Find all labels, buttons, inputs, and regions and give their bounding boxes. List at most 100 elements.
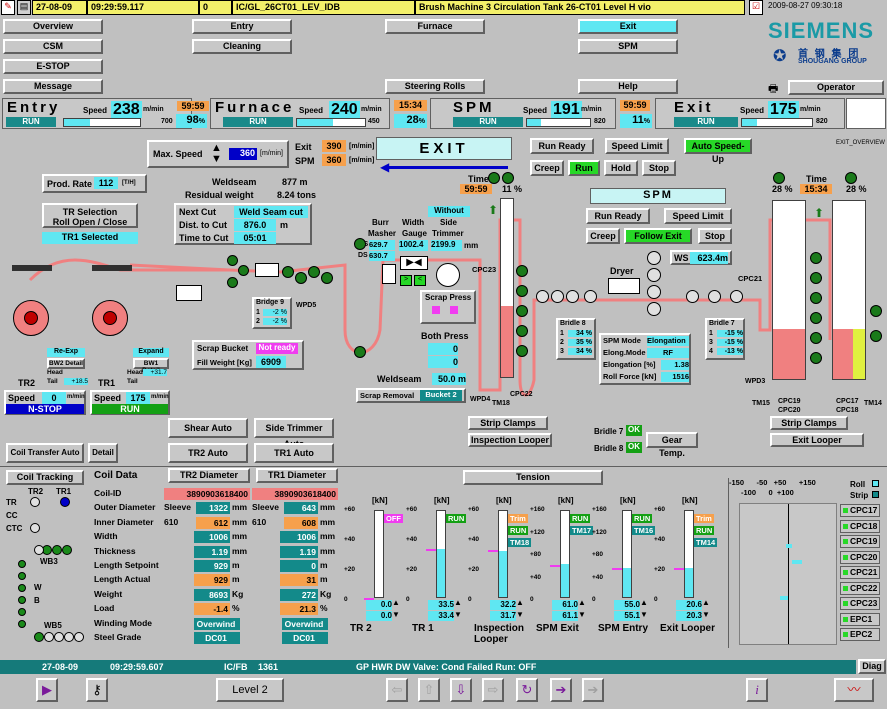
side-trimmer-auto-button[interactable]: Side Trimmer Auto bbox=[254, 418, 334, 449]
trim-left-icon[interactable]: > bbox=[400, 275, 412, 286]
nav-entry[interactable]: Entry bbox=[192, 19, 292, 34]
tension-down-icon[interactable]: ▼ bbox=[578, 610, 586, 619]
cpc-button[interactable]: EPC1 bbox=[840, 612, 880, 626]
tension-down-icon[interactable]: ▼ bbox=[640, 610, 648, 619]
shear-icon[interactable] bbox=[255, 263, 279, 277]
tr1-value: 21.3 bbox=[280, 603, 318, 616]
nav-furnace[interactable]: Furnace bbox=[385, 19, 485, 34]
tr1-diameter-button[interactable]: TR1 Diameter bbox=[256, 468, 338, 483]
spm-speed-limit-button[interactable]: Speed Limit bbox=[664, 208, 732, 224]
spm-run-ready-button[interactable]: Run Ready bbox=[586, 208, 650, 224]
arrow-right-icon[interactable]: ⇨ bbox=[482, 678, 504, 702]
alarm-scroll-icon[interactable]: ☑ bbox=[749, 0, 763, 15]
detail-button[interactable]: Detail bbox=[88, 443, 118, 463]
cpc-button[interactable]: EPC2 bbox=[840, 628, 880, 641]
tension-button[interactable]: Tension bbox=[463, 470, 603, 485]
key-icon[interactable]: ⚷ bbox=[86, 678, 108, 702]
tension-up-icon[interactable]: ▲ bbox=[578, 598, 586, 607]
bridle-roll bbox=[238, 265, 249, 276]
section-entry[interactable]: Entry Speed 238 m/min RUN 700 59:59 bbox=[2, 98, 209, 129]
play-icon[interactable]: ▶ bbox=[36, 678, 58, 702]
coil-transfer-auto-button[interactable]: Coil Transfer Auto bbox=[6, 443, 84, 463]
exit-hold-button[interactable]: Hold bbox=[604, 160, 638, 176]
tension-up-icon[interactable]: ▲ bbox=[516, 598, 524, 607]
last-icon[interactable]: ➔ bbox=[582, 678, 604, 702]
alarm-list-icon[interactable]: ▤ bbox=[17, 0, 31, 15]
tr2-value: 8693 bbox=[194, 588, 230, 601]
printer-icon[interactable]: 🖶 bbox=[768, 80, 784, 95]
tension-up-icon[interactable]: ▲ bbox=[640, 598, 648, 607]
bucket2[interactable]: Bucket 2 bbox=[420, 390, 462, 401]
tension-up-icon[interactable]: ▲ bbox=[454, 598, 462, 607]
nav-exit[interactable]: Exit bbox=[578, 19, 678, 34]
spm-stop-button[interactable]: Stop bbox=[698, 228, 732, 244]
trend-icon[interactable]: 〰 bbox=[834, 678, 874, 702]
strip-clamps-button[interactable]: Strip Clamps bbox=[468, 416, 548, 430]
spm-creep-button[interactable]: Creep bbox=[586, 228, 620, 244]
exit-run-ready-button[interactable]: Run Ready bbox=[530, 138, 594, 154]
exit-stop-button[interactable]: Stop bbox=[642, 160, 676, 176]
tr2-unit: Kg bbox=[232, 588, 244, 599]
coil-pos bbox=[30, 497, 40, 507]
cpc-button[interactable]: CPC23 bbox=[840, 597, 880, 610]
tension-down-icon[interactable]: ▼ bbox=[516, 610, 524, 619]
trim-right-icon[interactable]: < bbox=[414, 275, 426, 286]
section-furnace[interactable]: Furnace Speed 240 m/min RUN 450 bbox=[210, 98, 390, 129]
section-spm[interactable]: SPM Speed 191 m/min RUN 820 bbox=[430, 98, 616, 129]
next-icon[interactable]: ➔ bbox=[550, 678, 572, 702]
exit-speed-limit-button[interactable]: Speed Limit bbox=[605, 138, 669, 154]
tension-up-icon[interactable]: ▲ bbox=[392, 598, 400, 607]
arrow-left-icon[interactable]: ⇦ bbox=[386, 678, 408, 702]
nav-cleaning[interactable]: Cleaning bbox=[192, 39, 292, 54]
tension-down-icon[interactable]: ▼ bbox=[702, 610, 710, 619]
tr2-diameter-button[interactable]: TR2 Diameter bbox=[168, 468, 250, 483]
cpc18-label: CPC18 bbox=[836, 407, 859, 414]
tension-down-icon[interactable]: ▼ bbox=[454, 610, 462, 619]
exit-run-button[interactable]: Run bbox=[568, 160, 600, 176]
operator-button[interactable]: Operator bbox=[788, 80, 884, 95]
cpc-button[interactable]: CPC19 bbox=[840, 535, 880, 548]
diag-button[interactable]: Diag bbox=[858, 659, 886, 674]
tr2-auto-button[interactable]: TR2 Auto bbox=[168, 443, 248, 463]
gauge-icon[interactable]: ▶◀ bbox=[400, 256, 428, 270]
nav-csm[interactable]: CSM bbox=[3, 39, 103, 54]
gear-temp-button[interactable]: Gear Temp. bbox=[646, 432, 698, 458]
tension-badge: RUN bbox=[570, 514, 591, 523]
level2-button[interactable]: Level 2 bbox=[216, 678, 284, 702]
cpc-button[interactable]: CPC17 bbox=[840, 504, 880, 517]
nav-overview[interactable]: Overview bbox=[3, 19, 103, 34]
exit-strip-clamps-button[interactable]: Strip Clamps bbox=[770, 416, 848, 430]
cpc-button[interactable]: CPC18 bbox=[840, 519, 880, 533]
nav-message[interactable]: Message bbox=[3, 79, 103, 94]
exit-looper-button[interactable]: Exit Looper bbox=[770, 433, 864, 447]
tr1-value: 1006 bbox=[280, 531, 318, 544]
section-exit[interactable]: Exit Speed 175 m/min RUN 820 bbox=[655, 98, 845, 129]
shear-auto-button[interactable]: Shear Auto bbox=[168, 418, 248, 438]
nav-help[interactable]: Help bbox=[578, 79, 678, 94]
nav-spm[interactable]: SPM bbox=[578, 39, 678, 54]
tension-unit: [kN] bbox=[682, 496, 698, 505]
nav-steering-rolls[interactable]: Steering Rolls bbox=[385, 79, 485, 94]
inspection-looper-button[interactable]: Inspection Looper bbox=[468, 433, 552, 447]
exit-creep-button[interactable]: Creep bbox=[530, 160, 564, 176]
spm-follow-exit-button[interactable]: Follow Exit bbox=[624, 228, 692, 244]
refresh-icon[interactable]: ↻ bbox=[516, 678, 538, 702]
alarm-message[interactable]: Brush Machine 3 Circulation Tank 26-CT01… bbox=[415, 0, 745, 15]
tr1-auto-button[interactable]: TR1 Auto bbox=[254, 443, 334, 463]
bw1-detail-button[interactable]: BW1 Detail bbox=[133, 358, 169, 374]
auto-speedup-button[interactable]: Auto Speed-Up bbox=[684, 138, 752, 164]
nav-estop[interactable]: E-STOP bbox=[3, 59, 103, 74]
alarm-ack-icon[interactable]: ✎ bbox=[1, 0, 15, 15]
furnace-pct: 28% bbox=[394, 114, 427, 128]
cpc-button[interactable]: CPC21 bbox=[840, 566, 880, 579]
info-icon[interactable]: i bbox=[746, 678, 768, 702]
tension-down-icon[interactable]: ▼ bbox=[392, 610, 400, 619]
arrow-down-icon[interactable]: ⇩ bbox=[450, 678, 472, 702]
coil-tracking-button[interactable]: Coil Tracking bbox=[6, 470, 84, 485]
arrow-up-icon[interactable]: ⇧ bbox=[418, 678, 440, 702]
roll bbox=[354, 346, 366, 358]
tension-up-icon[interactable]: ▲ bbox=[702, 598, 710, 607]
cpc-button[interactable]: CPC22 bbox=[840, 581, 880, 595]
cpc-button[interactable]: CPC20 bbox=[840, 550, 880, 564]
bw2-detail-button[interactable]: BW2 Detail bbox=[47, 358, 85, 369]
